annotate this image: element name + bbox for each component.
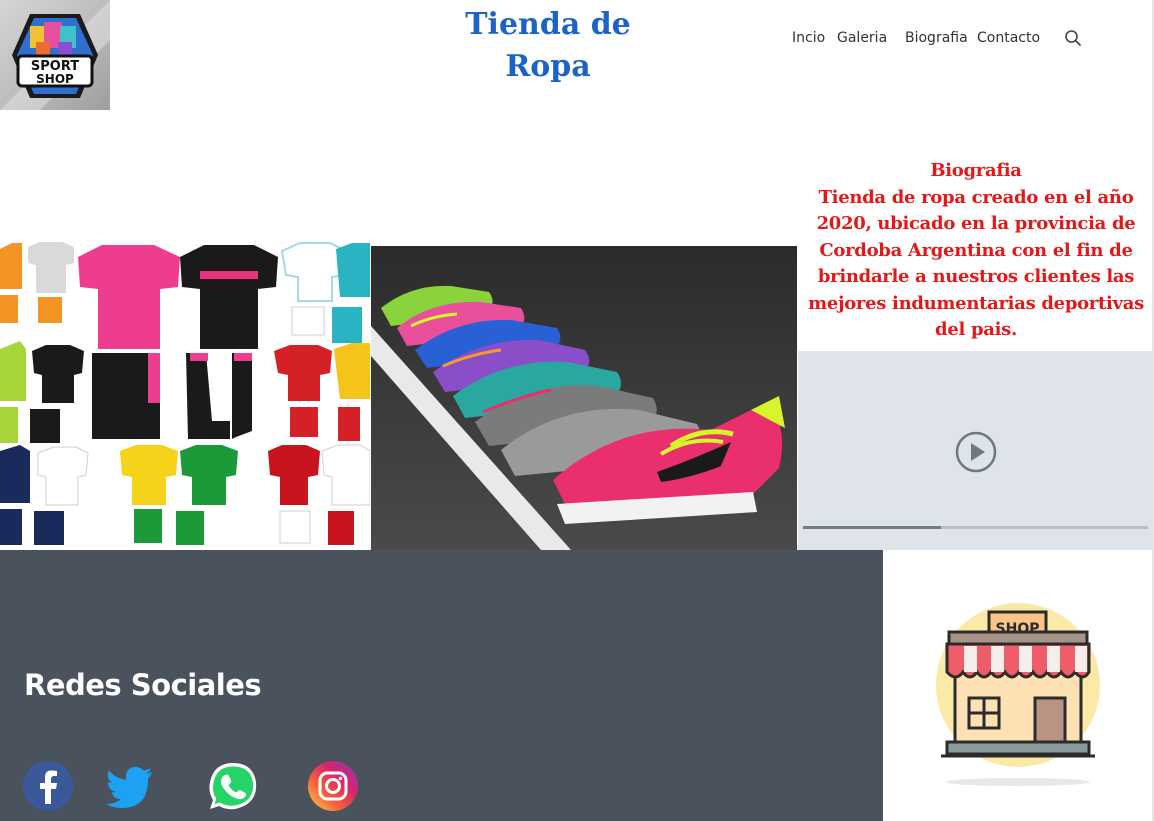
play-icon[interactable] [954, 430, 998, 474]
site-title-line1: Tienda de [465, 7, 631, 42]
shop-icon: SHOP [936, 603, 1100, 786]
nav-label[interactable]: Contacto [977, 30, 1040, 46]
whatsapp-icon[interactable] [207, 760, 259, 812]
social-panel: Redes Sociales [0, 550, 883, 821]
facebook-icon[interactable] [22, 760, 74, 812]
site-title-line2: Ropa [505, 49, 591, 84]
logo-graphic: SPORT SHOP [0, 0, 110, 110]
uniforms-graphic [0, 242, 370, 545]
nav-galeria[interactable]: Galeria [837, 28, 887, 48]
nav-contacto[interactable]: Contacto [977, 28, 1040, 48]
video-progress-bar[interactable] [803, 526, 1148, 529]
nav-biografia[interactable]: Biografia [905, 28, 968, 48]
twitter-icon[interactable] [104, 760, 156, 812]
instagram-icon[interactable] [307, 760, 359, 812]
video-player[interactable] [798, 351, 1154, 550]
bio-line: 2020, ubicado en la provincia de [816, 213, 1136, 234]
social-title: Redes Sociales [24, 668, 262, 702]
bio-line: del pais. [935, 319, 1017, 340]
biography-text: Biografia Tienda de ropa creado en el añ… [798, 158, 1154, 344]
soccer-uniforms-image[interactable] [0, 241, 370, 549]
bio-line: mejores indumentarias deportivas [808, 292, 1144, 314]
search-icon[interactable] [1064, 29, 1082, 47]
site-title: Tienda de Ropa [440, 4, 656, 88]
bio-line: Cordoba Argentina con el fin de [819, 239, 1133, 261]
video-progress-fill [803, 526, 941, 529]
sport-shop-logo[interactable]: SPORT SHOP [0, 0, 110, 110]
nav-label[interactable]: Biografia [905, 30, 968, 46]
nav-inicio[interactable]: Incio [792, 28, 825, 48]
nav-label[interactable]: Galeria [837, 30, 887, 46]
bio-line: brindarle a nuestros clientes las [817, 266, 1135, 287]
nav-label[interactable]: Incio [792, 30, 825, 46]
logo-text-shop: SHOP [36, 72, 74, 86]
running-shoes-image[interactable] [371, 246, 797, 550]
bio-line: Tienda de ropa creado en el año [818, 186, 1134, 208]
shoes-graphic [371, 246, 797, 550]
shop-illustration: SHOP [883, 550, 1154, 821]
bio-heading: Biografia [930, 160, 1022, 181]
